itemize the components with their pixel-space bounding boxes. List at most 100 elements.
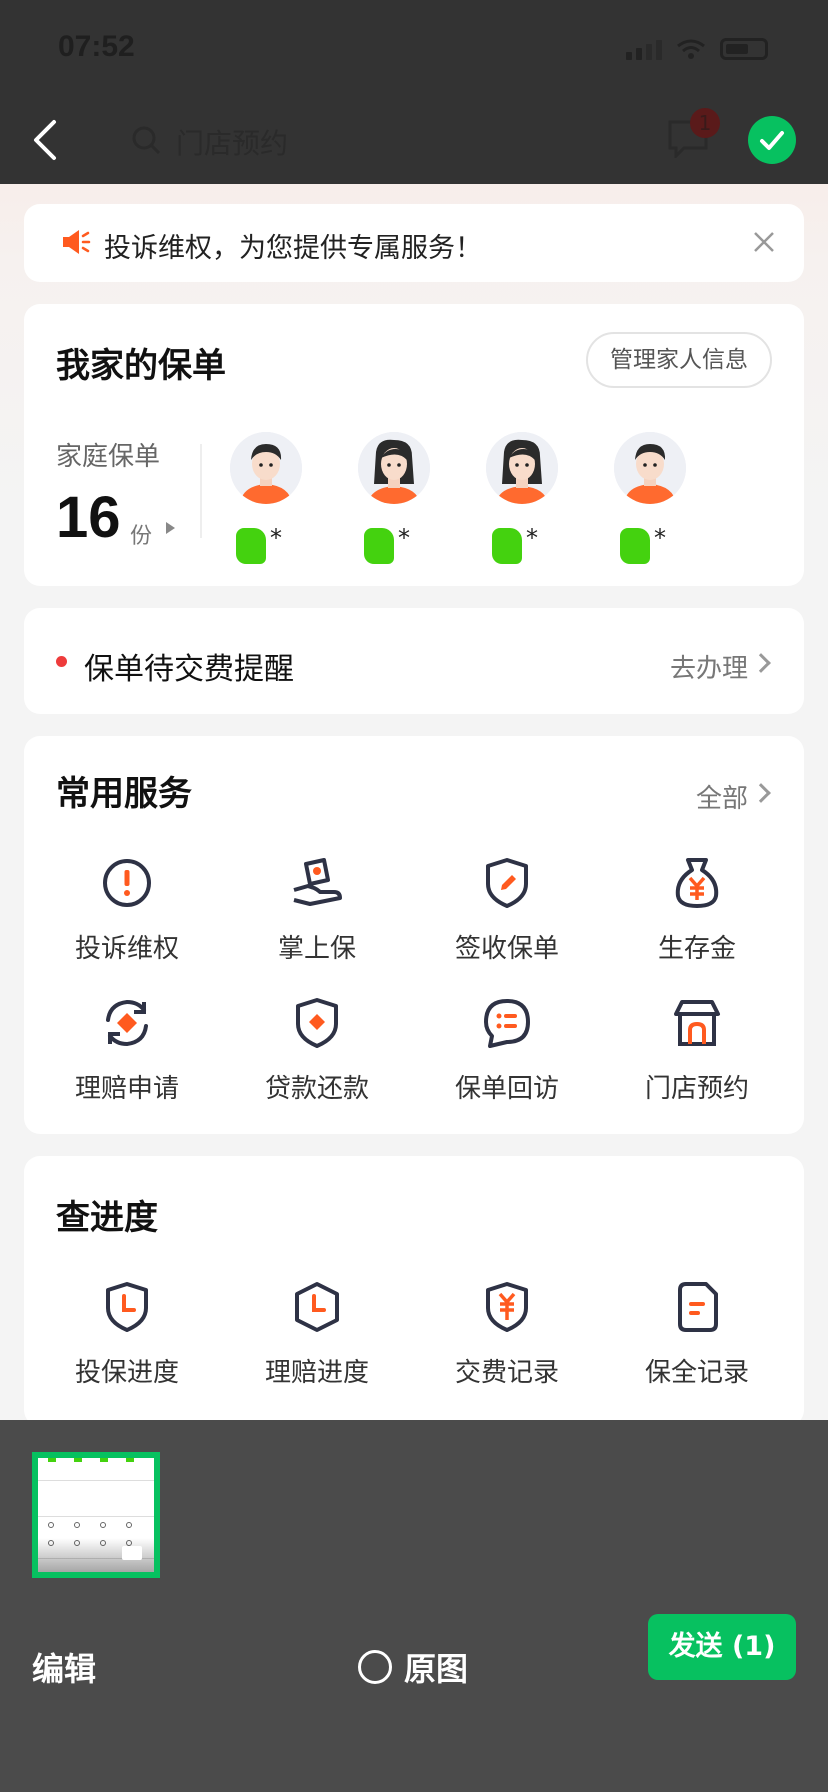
family-member-3[interactable]: * [486, 432, 562, 564]
family-member-1[interactable]: * [230, 432, 306, 564]
name-redaction [236, 528, 266, 564]
service-loan-repay[interactable]: 贷款还款 [242, 996, 392, 1105]
search-placeholder[interactable]: 门店预约 [176, 122, 288, 162]
send-button[interactable]: 发送 (1) [648, 1614, 796, 1680]
service-sign-policy[interactable]: 签收保单 [432, 856, 582, 965]
service-claim-apply[interactable]: 理赔申请 [52, 996, 202, 1105]
service-label: 掌上保 [277, 934, 356, 964]
progress-label: 理赔进度 [264, 1358, 369, 1388]
edit-button[interactable]: 编辑 [32, 1644, 96, 1690]
notice-text: 投诉维权，为您提供专属服务！ [104, 233, 482, 264]
thumb-mark [100, 1458, 108, 1462]
search-icon[interactable] [130, 124, 162, 156]
money-bag-icon [675, 858, 719, 908]
close-icon[interactable] [752, 230, 776, 254]
shield-pen-icon [486, 858, 528, 908]
reminder-action-link[interactable]: 去办理 [670, 648, 748, 685]
name-redaction [364, 528, 394, 564]
service-palm-insurance[interactable]: 掌上保 [242, 856, 392, 965]
manage-family-button[interactable]: 管理家人信息 [586, 332, 772, 388]
services-all-link[interactable]: 全部 [696, 778, 748, 815]
thumb-mark [48, 1458, 56, 1462]
thumb-icon [48, 1522, 54, 1528]
thumb-mark [126, 1458, 134, 1462]
top-navigation-bar: 07:52 门店预约 1 [0, 0, 828, 184]
image-icon [122, 1546, 142, 1560]
confirm-check-button[interactable] [748, 116, 796, 164]
avatar [358, 432, 430, 504]
service-label: 签收保单 [454, 934, 559, 964]
shield-clock-icon [106, 1282, 148, 1332]
chat-list-icon [484, 999, 530, 1048]
wifi-icon [677, 39, 705, 59]
thumb-line [38, 1480, 154, 1481]
thumb-icon [126, 1522, 132, 1528]
progress-application[interactable]: 投保进度 [52, 1280, 202, 1389]
progress-preservation-record[interactable]: 保全记录 [622, 1280, 772, 1389]
service-label: 保单回访 [454, 1074, 559, 1104]
member-name-suffix: * [398, 524, 410, 552]
progress-payment-record[interactable]: 交费记录 [432, 1280, 582, 1389]
shield-yen-icon [486, 1282, 528, 1332]
thumb-icon [100, 1522, 106, 1528]
service-complaint[interactable]: 投诉维权 [52, 856, 202, 965]
image-send-panel: 编辑 原图 发送 (1) [0, 1420, 828, 1792]
refresh-diamond-icon [106, 999, 148, 1047]
male-avatar-icon [230, 432, 302, 504]
status-time: 07:52 [58, 30, 135, 63]
thumb-mark [74, 1458, 82, 1462]
megaphone-icon [63, 230, 91, 254]
male-avatar-icon [614, 432, 686, 504]
thumb-line [38, 1516, 154, 1517]
service-survival-fund[interactable]: 生存金 [622, 856, 772, 965]
service-store-booking[interactable]: 门店预约 [622, 996, 772, 1105]
member-name-suffix: * [526, 524, 538, 552]
progress-label: 投保进度 [74, 1358, 179, 1388]
family-policy-unit: 份 [130, 524, 153, 549]
caret-right-icon [166, 522, 175, 534]
services-title: 常用服务 [56, 774, 192, 814]
avatar [614, 432, 686, 504]
app-page: 07:52 门店预约 1 投诉维权，为您提供专属服务！ 我家的保单 管理家人信息… [0, 0, 828, 1792]
service-policy-revisit[interactable]: 保单回访 [432, 996, 582, 1105]
complaint-notice-banner[interactable]: 投诉维权，为您提供专属服务！ [24, 204, 804, 282]
signal-icon [626, 40, 662, 60]
back-button[interactable] [26, 116, 66, 164]
selected-image-thumbnail[interactable] [32, 1452, 160, 1578]
common-services-card: 常用服务 全部 投诉维权 掌上保 签收保单 生存金 理赔申请 贷款还款 保单回访… [24, 736, 804, 1134]
chevron-right-icon [751, 783, 771, 803]
family-policy-card: 我家的保单 管理家人信息 家庭保单 16 份 * * * * [24, 304, 804, 586]
progress-claim[interactable]: 理赔进度 [242, 1280, 392, 1389]
service-label: 投诉维权 [74, 934, 179, 964]
status-icons [626, 38, 768, 60]
message-badge: 1 [690, 108, 720, 138]
name-redaction [492, 528, 522, 564]
shield-diamond-icon [296, 998, 338, 1048]
alert-circle-icon [103, 859, 151, 907]
family-member-4[interactable]: * [614, 432, 690, 564]
avatar [230, 432, 302, 504]
battery-icon [720, 38, 768, 60]
thumb-icon [74, 1522, 80, 1528]
progress-card: 查进度 投保进度 理赔进度 交费记录 保全记录 [24, 1156, 804, 1426]
member-name-suffix: * [654, 524, 666, 552]
service-label: 生存金 [657, 934, 736, 964]
family-member-2[interactable]: * [358, 432, 434, 564]
family-policy-count[interactable]: 16 [56, 484, 121, 551]
pentagon-clock-icon [295, 1282, 339, 1332]
original-image-radio[interactable] [358, 1650, 392, 1684]
divider [200, 444, 202, 538]
family-policy-label[interactable]: 家庭保单 [56, 436, 160, 473]
female-avatar-icon [358, 432, 430, 504]
red-dot-icon [56, 656, 67, 667]
original-image-label[interactable]: 原图 [404, 1644, 468, 1690]
progress-label: 保全记录 [644, 1358, 749, 1388]
payment-reminder-row[interactable]: 保单待交费提醒 去办理 [24, 608, 804, 714]
service-label: 门店预约 [644, 1074, 749, 1104]
hand-shield-icon [293, 858, 342, 906]
female-avatar-icon [486, 432, 558, 504]
member-name-suffix: * [270, 524, 282, 552]
check-icon [760, 131, 784, 150]
progress-label: 交费记录 [454, 1358, 559, 1388]
document-icon [678, 1282, 718, 1332]
